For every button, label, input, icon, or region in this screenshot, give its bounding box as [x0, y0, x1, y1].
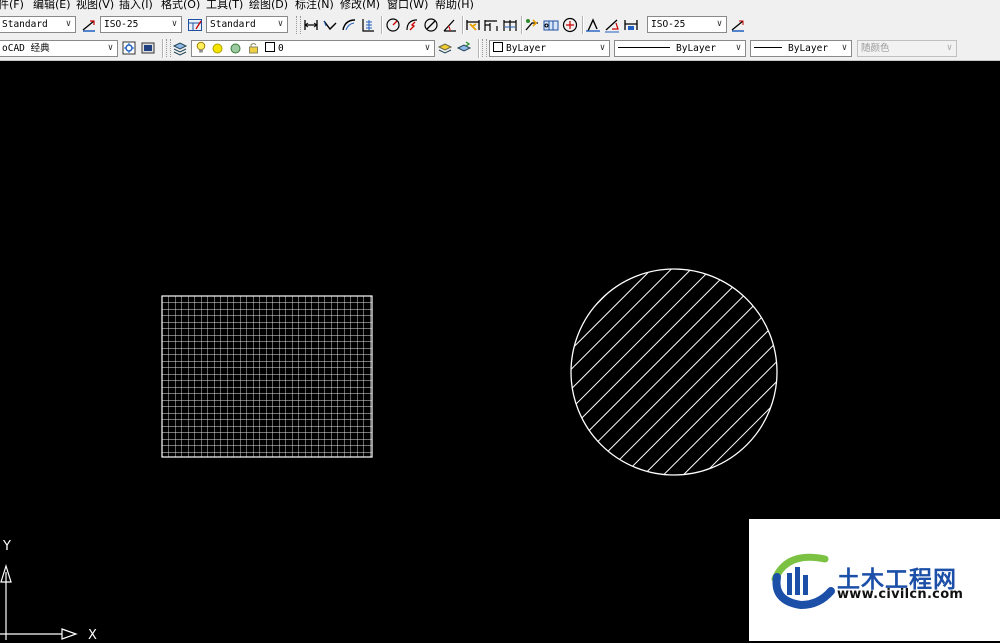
color-swatch-icon [493, 42, 503, 52]
lock-icon[interactable] [247, 42, 259, 55]
ucs-icon [0, 563, 78, 640]
toolbar-separator [521, 16, 522, 34]
dim-text-edit-icon[interactable] [604, 17, 620, 33]
menu-help[interactable]: 帮助(H) [435, 0, 474, 12]
ansi31-hatch-fill[interactable] [560, 260, 790, 490]
text-style-select[interactable]: Standard [0, 16, 76, 33]
menu-view[interactable]: 视图(V) [76, 0, 114, 12]
layer-previous-icon[interactable] [456, 40, 472, 56]
menu-bar: 件(F) 编辑(E) 视图(V) 插入(I) 格式(O) 工具(T) 绘图(D)… [0, 0, 1000, 13]
layer-properties-icon[interactable] [172, 40, 188, 56]
dim-edit-icon[interactable] [585, 17, 601, 33]
table-style-select[interactable]: Standard [206, 16, 288, 33]
layer-select[interactable]: 0 [191, 40, 435, 57]
lineweight-select[interactable]: ByLayer [750, 40, 852, 57]
styles-dimension-toolbar: Standard ISO-25 Standard [0, 13, 1000, 38]
multileader-style-icon[interactable] [730, 17, 746, 33]
layer-color-icon [264, 42, 275, 52]
linear-dim-icon[interactable] [303, 17, 319, 33]
toolbar-grip[interactable] [166, 39, 171, 57]
workspace-icon[interactable] [140, 40, 156, 56]
quick-dim-icon[interactable] [465, 17, 481, 33]
plot-style-select: 随颜色 [857, 40, 957, 57]
quick-leader-icon[interactable] [524, 17, 540, 33]
chevron-down-icon [168, 17, 181, 32]
angular-dim-icon[interactable] [442, 17, 458, 33]
table-style-icon[interactable] [187, 17, 203, 33]
menu-format[interactable]: 格式(O) [161, 0, 200, 12]
radius-dim-icon[interactable] [385, 17, 401, 33]
lineweight-preview [754, 47, 782, 48]
tolerance-icon[interactable] [543, 17, 559, 33]
center-mark-icon[interactable] [562, 17, 578, 33]
ordinate-dim-icon[interactable] [360, 17, 376, 33]
menu-insert[interactable]: 插入(I) [119, 0, 153, 12]
workspace-select[interactable]: oCAD 经典 [0, 40, 118, 57]
linetype-preview [618, 47, 670, 48]
chevron-down-icon [104, 41, 117, 56]
watermark-url: www.civilcn.com [837, 587, 964, 602]
ucs-y-label: Y [3, 539, 11, 554]
menu-draw[interactable]: 绘图(D) [249, 0, 288, 12]
freeze-icon[interactable] [229, 42, 241, 55]
chevron-down-icon [732, 41, 745, 56]
chevron-down-icon [943, 41, 956, 56]
lightbulb-icon[interactable] [195, 41, 206, 54]
make-current-icon[interactable] [437, 40, 453, 56]
continue-dim-icon[interactable] [502, 17, 518, 33]
toolbar-separator [582, 16, 583, 34]
linetype-select[interactable]: ByLayer [614, 40, 746, 57]
chevron-down-icon [713, 17, 726, 32]
menu-file[interactable]: 件(F) [0, 0, 24, 12]
toolbar-grip[interactable] [296, 16, 301, 34]
menu-edit[interactable]: 编辑(E) [33, 0, 71, 12]
chevron-down-icon [421, 41, 434, 56]
grid-hatch-fill[interactable] [162, 296, 372, 457]
multileader-style-select[interactable]: ISO-25 [647, 16, 727, 33]
civilcn-logo-icon [771, 553, 835, 610]
toolbar-separator [381, 16, 382, 34]
arc-length-icon[interactable] [341, 17, 357, 33]
dim-style-select[interactable]: ISO-25 [100, 16, 182, 33]
sun-icon[interactable] [212, 42, 224, 55]
dim-update-icon[interactable] [623, 17, 639, 33]
jogged-dim-icon[interactable] [404, 17, 420, 33]
menu-dimension[interactable]: 标注(N) [295, 0, 334, 12]
toolbar-separator [478, 39, 479, 58]
workspace-settings-icon[interactable] [121, 40, 137, 56]
menu-modify[interactable]: 修改(M) [340, 0, 380, 12]
toolbar-grip[interactable] [482, 39, 487, 57]
menu-window[interactable]: 窗口(W) [387, 0, 428, 12]
toolbar-separator [162, 39, 163, 58]
aligned-dim-icon[interactable] [322, 17, 338, 33]
chevron-down-icon [274, 17, 287, 32]
chevron-down-icon [838, 41, 851, 56]
dim-style-icon[interactable] [81, 17, 97, 33]
hatched-circle[interactable] [560, 260, 790, 490]
layers-properties-toolbar: oCAD 经典 0 ByLayer ByLayer [0, 37, 1000, 61]
color-select[interactable]: ByLayer [489, 40, 610, 57]
chevron-down-icon [62, 17, 75, 32]
toolbar-separator [462, 16, 463, 34]
baseline-dim-icon[interactable] [483, 17, 499, 33]
chevron-down-icon [596, 41, 609, 56]
diameter-dim-icon[interactable] [423, 17, 439, 33]
hatched-rectangle[interactable] [161, 295, 373, 458]
menu-tools[interactable]: 工具(T) [206, 0, 243, 12]
